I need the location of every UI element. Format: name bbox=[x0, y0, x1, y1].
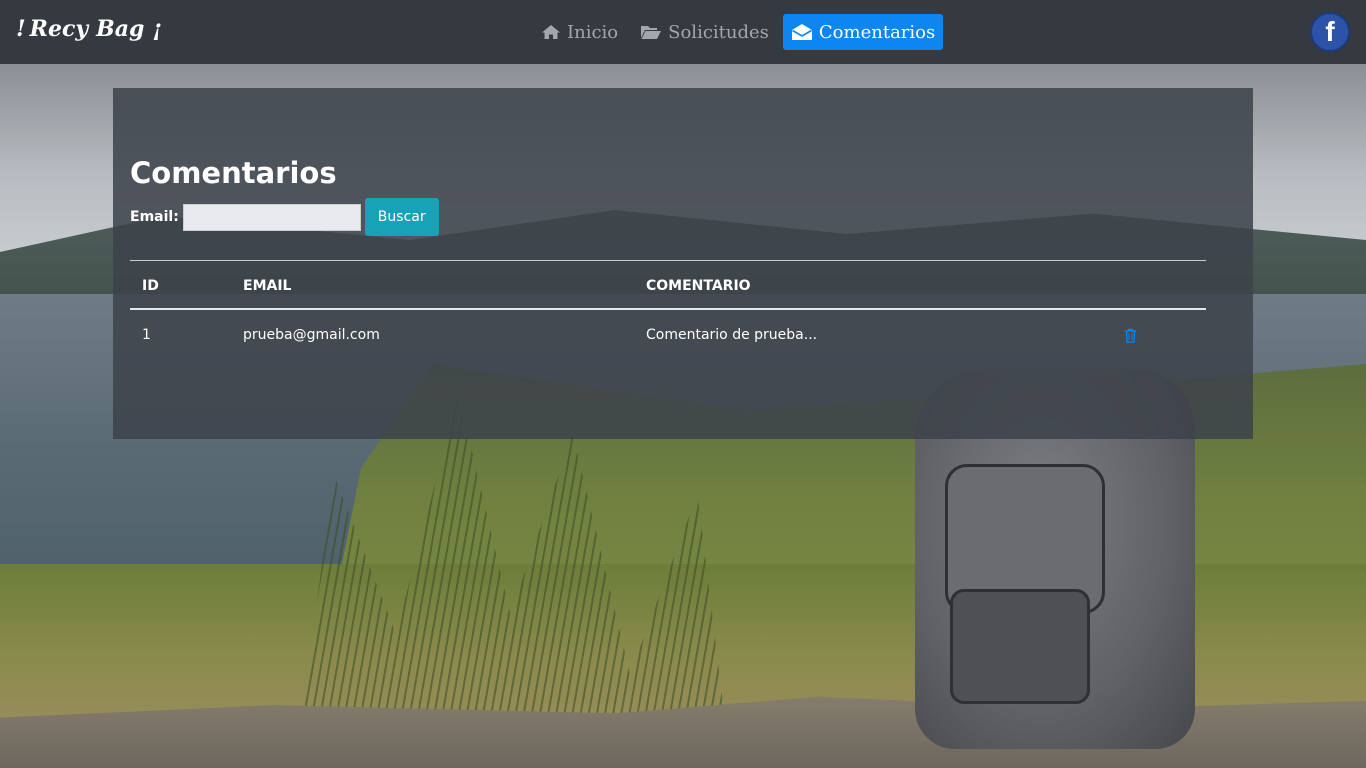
nav-item-label: Inicio bbox=[567, 21, 619, 43]
trash-icon[interactable] bbox=[1124, 328, 1137, 343]
column-header-id: ID bbox=[142, 278, 159, 294]
cell-comentario: Comentario de prueba... bbox=[646, 327, 818, 343]
comments-table: ID EMAIL COMENTARIO 1 prueba@gmail.com C… bbox=[130, 260, 1206, 360]
column-header-email: EMAIL bbox=[243, 278, 292, 294]
table-row: 1 prueba@gmail.com Comentario de prueba.… bbox=[130, 310, 1206, 360]
brand-prefix: ! bbox=[16, 16, 26, 42]
email-search-input[interactable] bbox=[182, 203, 361, 231]
envelope-open-icon bbox=[791, 23, 813, 41]
nav-menu: Inicio Solicitudes Comentarios bbox=[533, 14, 944, 50]
cell-email: prueba@gmail.com bbox=[243, 327, 380, 343]
table-header: ID EMAIL COMENTARIO bbox=[130, 260, 1206, 310]
nav-item-comentarios[interactable]: Comentarios bbox=[782, 14, 944, 50]
nav-item-label: Solicitudes bbox=[668, 21, 769, 43]
nav-item-inicio[interactable]: Inicio bbox=[533, 14, 626, 50]
column-header-comentario: COMENTARIO bbox=[646, 278, 751, 294]
email-label: Email: bbox=[130, 209, 179, 225]
home-icon bbox=[541, 24, 561, 40]
brand-word-1: Recy bbox=[29, 16, 89, 42]
comments-panel: Comentarios Email: Buscar ID EMAIL COMEN… bbox=[113, 88, 1253, 439]
cell-id: 1 bbox=[142, 327, 151, 343]
search-form: Email: Buscar bbox=[130, 198, 439, 236]
facebook-icon[interactable]: f bbox=[1310, 12, 1350, 52]
search-button[interactable]: Buscar bbox=[364, 198, 439, 236]
brand-suffix: ¡ bbox=[152, 16, 163, 42]
page-title: Comentarios bbox=[130, 156, 337, 190]
nav-item-solicitudes[interactable]: Solicitudes bbox=[632, 14, 777, 50]
brand-word-2: Bag bbox=[96, 16, 145, 42]
top-navbar: ! Recy Bag ¡ Inicio Solicitudes Comentar… bbox=[0, 0, 1366, 64]
nav-item-label: Comentarios bbox=[818, 21, 936, 43]
brand-logo[interactable]: ! Recy Bag ¡ bbox=[16, 13, 163, 43]
folder-open-icon bbox=[640, 24, 662, 40]
